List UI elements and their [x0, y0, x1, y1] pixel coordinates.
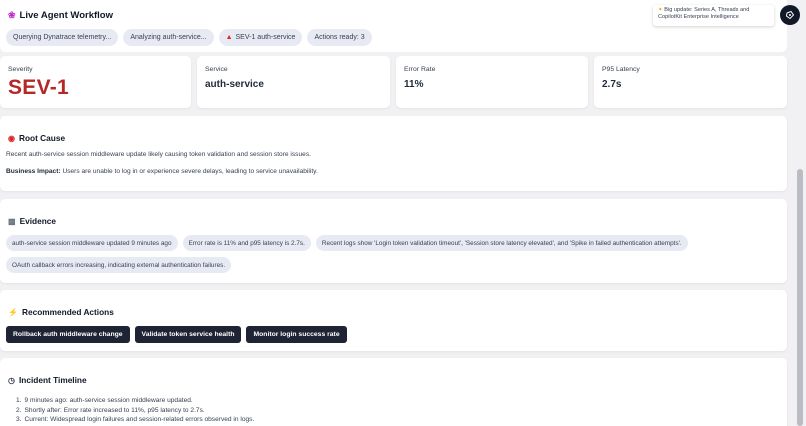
- monitor-login-success-button[interactable]: Monitor login success rate: [246, 326, 347, 343]
- workflow-chip-analyzing: Analyzing auth-service...: [123, 29, 214, 46]
- announcement-toast[interactable]: ✦ Big update: Series A, Threads and Copi…: [653, 5, 774, 26]
- rollback-auth-middleware-button[interactable]: Rollback auth middleware change: [6, 326, 130, 343]
- root-cause-summary: Recent auth-service session middleware u…: [6, 151, 311, 158]
- incident-timeline-title: ◷ Incident Timeline: [8, 375, 87, 385]
- metric-label: Severity: [8, 66, 33, 73]
- timeline-entry: 3. Current: Widespread login failures and…: [16, 416, 255, 423]
- validate-token-service-button[interactable]: Validate token service health: [134, 326, 242, 343]
- evidence-item: auth-service session middleware updated …: [6, 235, 178, 251]
- evidence-item: OAuth callback errors increasing, indica…: [6, 257, 232, 273]
- workflow-chip-severity: ▲ SEV-1 auth-service: [218, 29, 303, 46]
- recommended-actions-title: ⚡ Recommended Actions: [8, 307, 114, 317]
- copilot-launcher-button[interactable]: [780, 5, 800, 25]
- evidence-item: Error rate is 11% and p95 latency is 2.7…: [182, 235, 311, 251]
- error-rate-value: 11%: [404, 79, 424, 90]
- metric-card-p95-latency: P95 Latency 2.7s: [594, 56, 787, 108]
- lightning-icon: ⚡: [8, 307, 18, 317]
- severity-value: SEV-1: [8, 76, 70, 99]
- metric-label: Error Rate: [404, 66, 436, 73]
- brain-icon: ❀: [8, 10, 16, 20]
- workflow-status-chips: Querying Dynatrace telemetry... Analyzin…: [6, 29, 372, 46]
- page-scrollbar[interactable]: [797, 169, 803, 426]
- metric-card-error-rate: Error Rate 11%: [396, 56, 588, 108]
- metric-card-severity: Severity SEV-1: [0, 56, 191, 108]
- evidence-card: ▩ Evidence auth-service session middlewa…: [0, 199, 787, 283]
- business-impact: Business Impact: Users are unable to log…: [6, 168, 318, 175]
- recommended-actions-card: ⚡ Recommended Actions Rollback auth midd…: [0, 290, 787, 351]
- copilot-icon: [785, 10, 795, 20]
- workflow-title-text: Live Agent Workflow: [19, 10, 113, 21]
- action-buttons: Rollback auth middleware change Validate…: [6, 326, 347, 343]
- clock-icon: ◷: [8, 375, 15, 385]
- p95-latency-value: 2.7s: [602, 79, 622, 90]
- chart-icon: ▩: [8, 216, 16, 226]
- alert-icon: ▲: [225, 34, 233, 41]
- target-icon: ◉: [8, 133, 15, 143]
- metric-label: P95 Latency: [602, 66, 640, 73]
- root-cause-card: ◉ Root Cause Recent auth-service session…: [0, 116, 787, 191]
- metric-label: Service: [205, 66, 228, 73]
- evidence-list: auth-service session middleware updated …: [6, 235, 688, 251]
- metric-card-service: Service auth-service: [197, 56, 390, 108]
- sparkle-icon: ✦: [658, 7, 663, 13]
- incident-timeline-card: ◷ Incident Timeline 1. 9 minutes ago: aut…: [0, 358, 787, 426]
- evidence-list-row-2: OAuth callback errors increasing, indica…: [6, 257, 232, 273]
- evidence-item: Recent logs show 'Login token validation…: [315, 235, 688, 251]
- timeline-entry: 2. Shortly after: Error rate increased to…: [16, 406, 205, 414]
- timeline-list: 1. 9 minutes ago: auth-service session mi…: [16, 397, 254, 426]
- timeline-entry: 1. 9 minutes ago: auth-service session mi…: [16, 397, 193, 404]
- evidence-title: ▩ Evidence: [8, 216, 56, 226]
- workflow-title: ❀ Live Agent Workflow: [8, 10, 113, 21]
- workflow-chip-actions-ready: Actions ready: 3: [307, 29, 372, 46]
- root-cause-title: ◉ Root Cause: [8, 133, 66, 143]
- workflow-chip-dynatrace: Querying Dynatrace telemetry...: [6, 29, 119, 46]
- service-value: auth-service: [205, 79, 264, 90]
